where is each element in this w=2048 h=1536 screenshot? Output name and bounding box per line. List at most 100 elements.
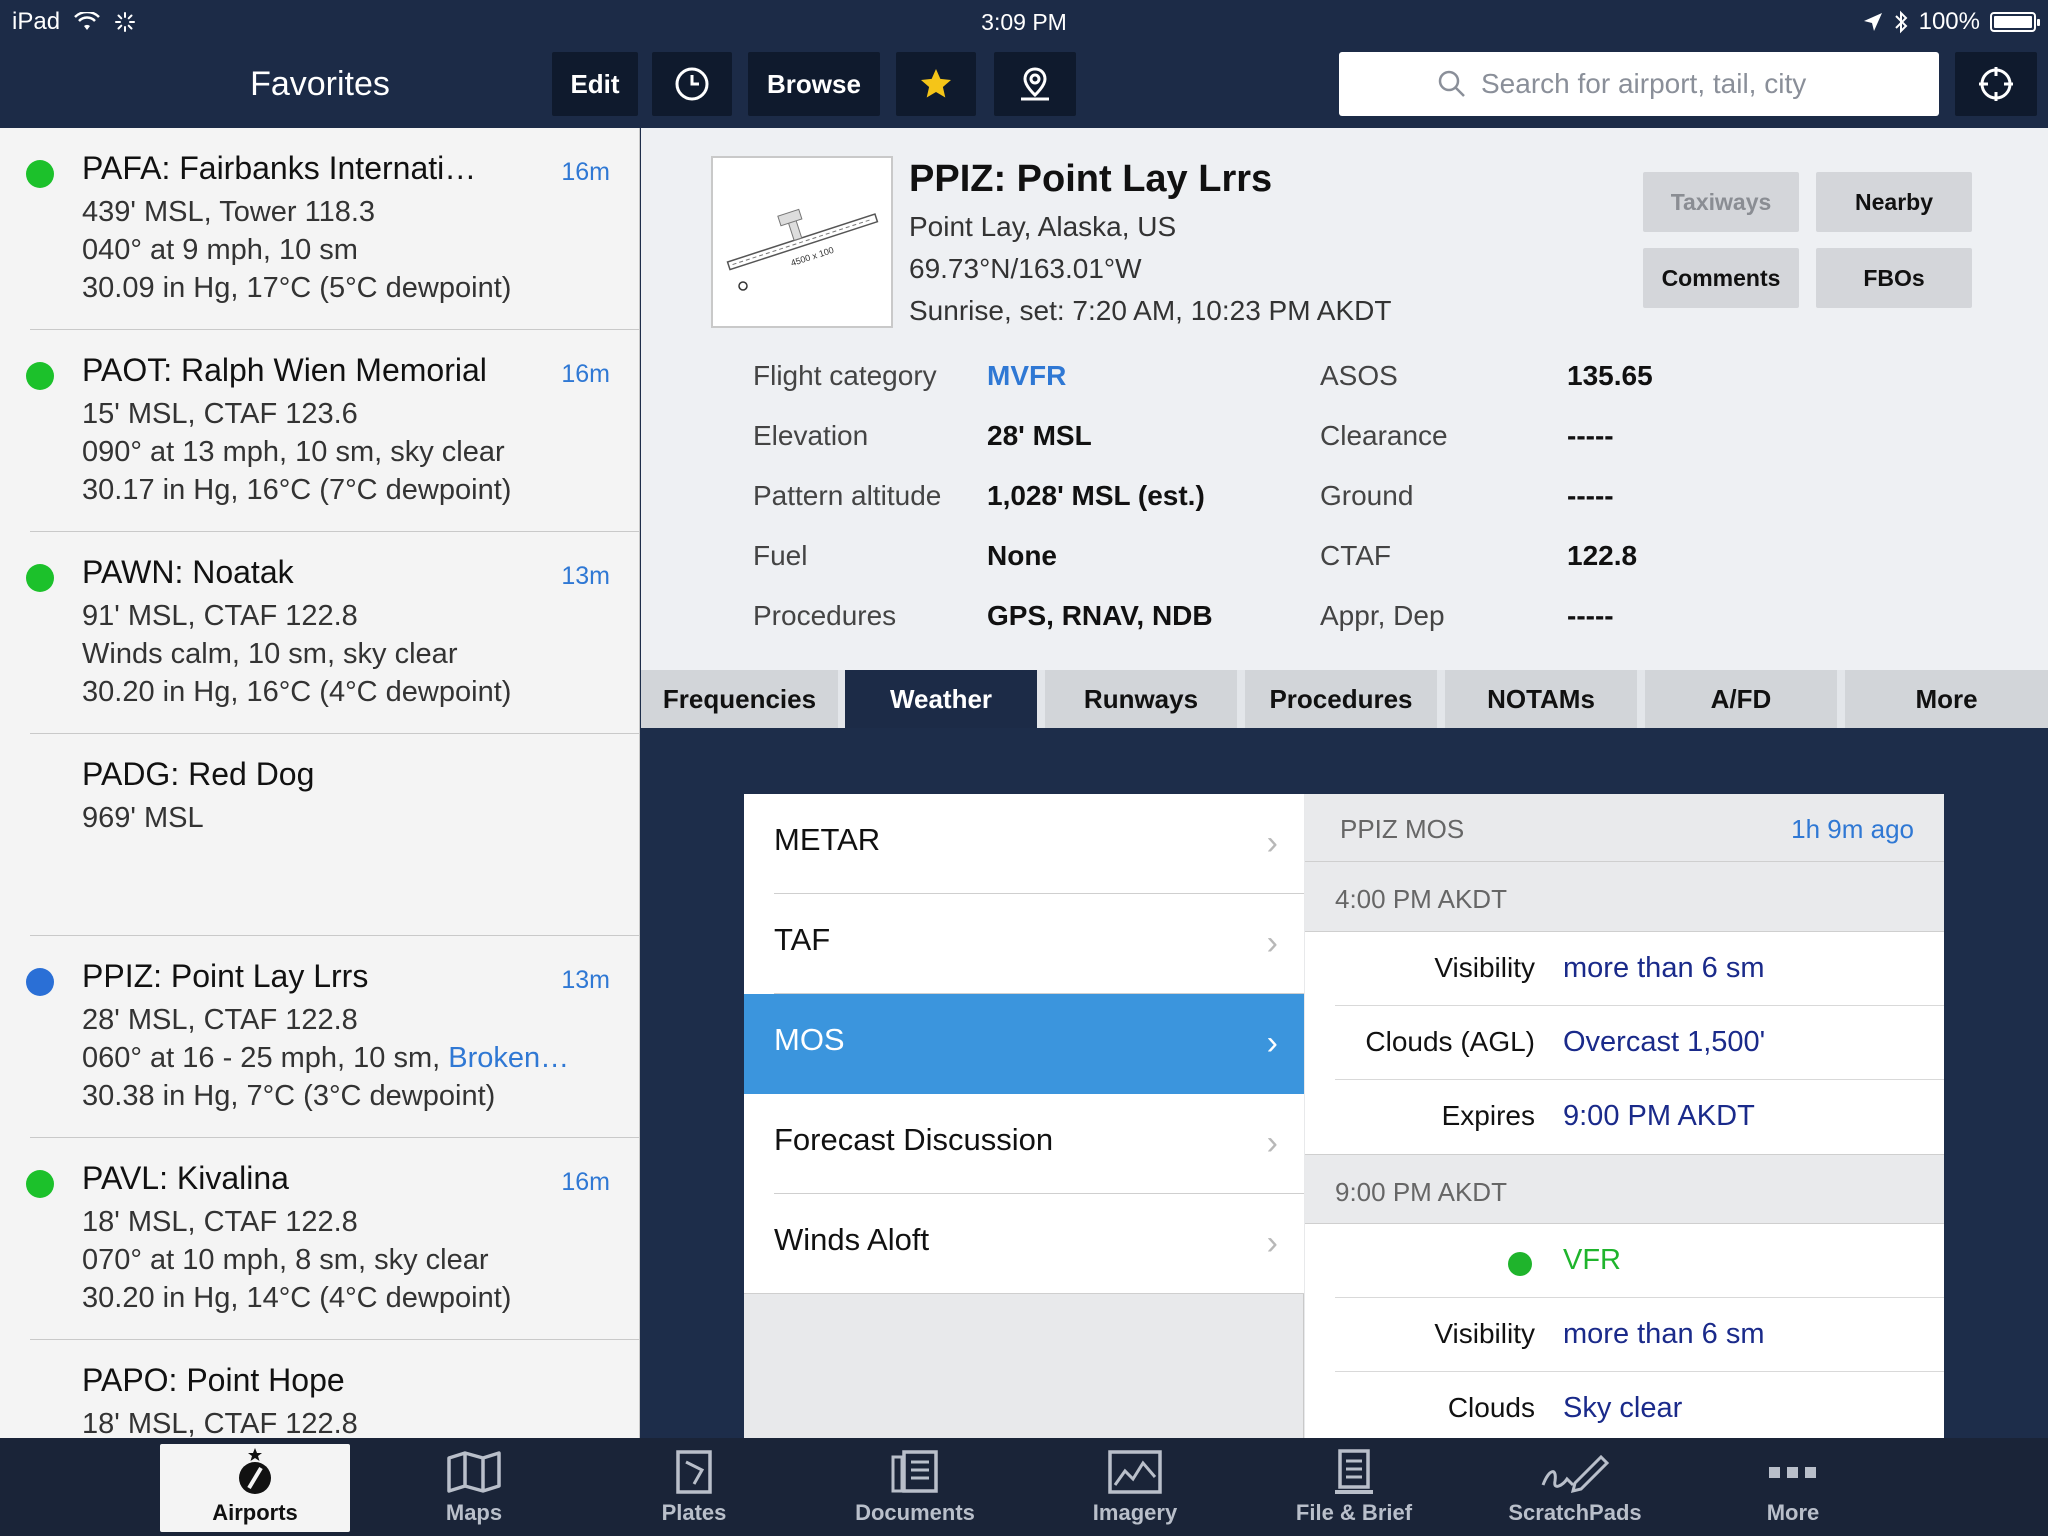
favorites-star-button[interactable] [896, 52, 976, 116]
location-arrow-icon [1863, 13, 1882, 31]
weather-age: 16m [561, 1168, 610, 1196]
chevron-right-icon: › [1266, 924, 1278, 962]
taxiways-button[interactable]: Taxiways [1643, 172, 1799, 232]
bottom-tab-documents[interactable]: Documents [820, 1444, 1010, 1532]
mos-row: VFR [1305, 1224, 1944, 1298]
tab-more[interactable]: More [1845, 670, 2048, 728]
list-item[interactable]: PAFA: Fairbanks Internati… 16m 439' MSL,… [0, 128, 639, 330]
list-item[interactable]: PAOT: Ralph Wien Memorial 16m 15' MSL, C… [0, 330, 639, 532]
wind-line: 040° at 9 mph, 10 sm [82, 234, 358, 266]
wind-line: 070° at 10 mph, 8 sm, sky clear [82, 1244, 489, 1276]
top-bar: iPad 3:09 PM 100% Favorites Edit Browse [0, 0, 2048, 128]
clipboard-icon [1335, 1449, 1373, 1494]
clouds-link[interactable]: Broken… [448, 1042, 569, 1074]
bottom-tab-file-brief[interactable]: File & Brief [1259, 1444, 1449, 1532]
status-dot [26, 362, 54, 390]
page-title: Favorites [250, 65, 390, 103]
airport-info-line: 969' MSL [82, 802, 204, 834]
tab-procedures[interactable]: Procedures [1245, 670, 1437, 728]
tab-frequencies[interactable]: Frequencies [641, 670, 838, 728]
elevation-label: Elevation [753, 420, 869, 451]
search-bar[interactable] [1339, 52, 1939, 116]
list-item[interactable]: PAWN: Noatak 13m 91' MSL, CTAF 122.8 Win… [0, 532, 639, 734]
menu-item-winds-aloft[interactable]: Winds Aloft › [744, 1194, 1304, 1294]
list-item[interactable]: PPIZ: Point Lay Lrrs 13m 28' MSL, CTAF 1… [0, 936, 639, 1138]
flight-category-value: VFR [1563, 1244, 1621, 1276]
fuel-value: None [987, 540, 1057, 571]
procedures-value: GPS, RNAV, NDB [987, 600, 1213, 631]
section-time: 4:00 PM AKDT [1335, 884, 1507, 914]
ground-label: Ground [1320, 480, 1414, 511]
favorites-list: PAFA: Fairbanks Internati… 16m 439' MSL,… [0, 128, 640, 1438]
bottom-tab-scratchpads[interactable]: ScratchPads [1480, 1444, 1670, 1532]
browse-button[interactable]: Browse [748, 52, 880, 116]
flight-category-value[interactable]: MVFR [987, 360, 1066, 392]
bottom-tab-label: ScratchPads [1508, 1500, 1642, 1525]
menu-item-label: Winds Aloft [774, 1222, 930, 1257]
battery-percent: 100% [1918, 8, 1980, 35]
list-item[interactable]: PADG: Red Dog 969' MSL [0, 734, 639, 936]
pressure-line: 30.09 in Hg, 17°C (5°C dewpoint) [82, 272, 512, 304]
section-header: 9:00 PM AKDT [1305, 1154, 1944, 1224]
tab-weather[interactable]: Weather [845, 670, 1037, 728]
menu-item-forecast-discussion[interactable]: Forecast Discussion › [744, 1094, 1304, 1194]
menu-item-label: MOS [774, 1022, 845, 1057]
fbos-button[interactable]: FBOs [1816, 248, 1972, 308]
row-value: 9:00 PM AKDT [1563, 1100, 1755, 1132]
bottom-tab-plates[interactable]: Plates [599, 1444, 789, 1532]
row-value: more than 6 sm [1563, 952, 1765, 984]
battery-icon [1990, 12, 2040, 32]
airport-title: PADG: Red Dog [82, 756, 315, 792]
menu-item-metar[interactable]: METAR › [744, 794, 1304, 894]
airport-name: PPIZ: Point Lay Lrrs [909, 158, 1273, 200]
procedures-label: Procedures [753, 600, 897, 631]
bottom-tab-label: Maps [445, 1500, 503, 1525]
status-dot [26, 160, 54, 188]
bottom-tab-label: Plates [661, 1500, 727, 1525]
mos-row: Clouds Sky clear [1305, 1372, 1944, 1438]
section-time: 9:00 PM AKDT [1335, 1177, 1507, 1207]
bottom-tab-airports[interactable]: Airports [160, 1444, 350, 1532]
row-value: Sky clear [1563, 1392, 1683, 1424]
pressure-line: 30.20 in Hg, 16°C (4°C dewpoint) [82, 676, 512, 708]
bottom-tab-more[interactable]: More [1698, 1444, 1888, 1532]
nearby-button[interactable]: Nearby [1816, 172, 1972, 232]
row-label: Clouds (AGL) [1365, 1026, 1535, 1057]
section-header: 4:00 PM AKDT [1305, 862, 1944, 932]
pattern-altitude-label: Pattern altitude [753, 480, 942, 511]
mos-detail: PPIZ MOS 1h 9m ago 4:00 PM AKDT Visibili… [1305, 794, 1944, 1438]
airport-title: PAOT: Ralph Wien Memorial [82, 352, 487, 388]
search-input[interactable] [1481, 68, 1841, 100]
bottom-tab-label: More [1766, 1500, 1820, 1525]
asos-label: ASOS [1320, 360, 1398, 391]
airports-icon [239, 1448, 271, 1494]
airport-diagram-thumbnail[interactable]: 4500 x 100 [711, 156, 893, 328]
clearance-label: Clearance [1320, 420, 1448, 451]
status-dot [1508, 1252, 1532, 1276]
map-pin-button[interactable] [994, 52, 1076, 116]
tab-afd[interactable]: A/FD [1645, 670, 1837, 728]
status-dot [26, 968, 54, 996]
mos-row: Visibility more than 6 sm [1305, 1298, 1944, 1372]
map-pin-icon [1021, 67, 1049, 101]
locate-button[interactable] [1955, 52, 2037, 116]
recent-button[interactable] [652, 52, 732, 116]
menu-item-taf[interactable]: TAF › [744, 894, 1304, 994]
comments-button[interactable]: Comments [1643, 248, 1799, 308]
tab-notams[interactable]: NOTAMs [1445, 670, 1637, 728]
edit-button[interactable]: Edit [552, 52, 638, 116]
menu-item-mos[interactable]: MOS › [744, 994, 1304, 1094]
row-label: Clouds [1447, 1392, 1535, 1423]
bottom-tab-imagery[interactable]: Imagery [1040, 1444, 1230, 1532]
bottom-tab-maps[interactable]: Maps [379, 1444, 569, 1532]
search-icon [1438, 70, 1465, 97]
list-item[interactable]: PAPO: Point Hope 18' MSL, CTAF 122.8 [0, 1340, 639, 1438]
tab-runways[interactable]: Runways [1045, 670, 1237, 728]
pressure-line: 30.38 in Hg, 7°C (3°C dewpoint) [82, 1080, 496, 1112]
wind-text: 060° at 16 - 25 mph, 10 sm, [82, 1042, 449, 1074]
clock-icon [675, 67, 709, 101]
pressure-line: 30.17 in Hg, 16°C (7°C dewpoint) [82, 474, 512, 506]
weather-age: 16m [561, 360, 610, 388]
list-item[interactable]: PAVL: Kivalina 16m 18' MSL, CTAF 122.8 0… [0, 1138, 639, 1340]
mos-row: Visibility more than 6 sm [1305, 932, 1944, 1006]
